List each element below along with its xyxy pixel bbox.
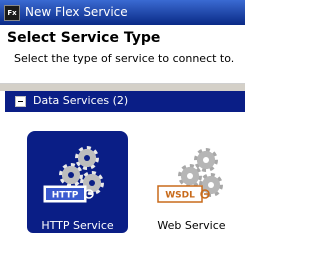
collapse-icon[interactable] — [15, 96, 26, 107]
web-service-label[interactable]: Web Service — [144, 219, 239, 233]
window-title: New Flex Service — [25, 5, 128, 19]
flex-app-icon: Fx — [4, 5, 20, 21]
wizard-header: Select Service Type Select the type of s… — [0, 25, 245, 84]
window-titlebar[interactable]: Fx New Flex Service — [0, 0, 245, 25]
page-description: Select the type of service to connect to… — [14, 52, 235, 65]
wsdl-badge-text: WSDL — [165, 191, 195, 201]
page-title: Select Service Type — [7, 30, 161, 46]
data-services-section-header[interactable]: Data Services (2) — [5, 91, 245, 112]
http-badge-text: HTTP — [52, 191, 79, 201]
section-title: Data Services (2) — [33, 94, 129, 107]
divider — [0, 84, 245, 91]
http-service-label[interactable]: HTTP Service — [27, 219, 128, 233]
web-service-icon: WSDL — [157, 148, 223, 203]
http-service-icon: HTTP — [43, 146, 104, 203]
